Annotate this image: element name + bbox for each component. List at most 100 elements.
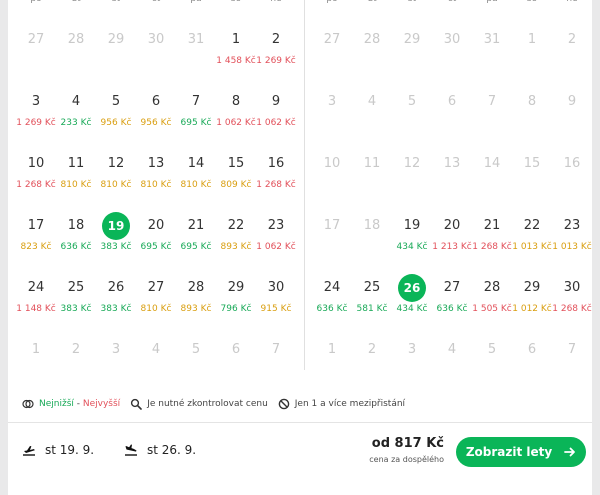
calendar-day: 7 [552,336,592,398]
calendar-day[interactable]: 29 796 Kč [216,274,256,336]
calendar-day[interactable]: 27 810 Kč [136,274,176,336]
calendar-day[interactable]: 8 1 062 Kč [216,88,256,150]
day-number: 26 [107,280,125,295]
departure-flight: st 19. 9. [22,443,94,457]
calendar-day[interactable]: 26 383 Kč [96,274,136,336]
legend-check-price-label: Je nutné zkontrolovat cenu [147,399,268,409]
calendar-day: 3 [392,336,432,398]
price-total: od 817 Kč [371,436,444,451]
calendar-day[interactable]: 7 695 Kč [176,88,216,150]
calendar-day[interactable]: 6 956 Kč [136,88,176,150]
calendar-day[interactable]: 18 636 Kč [56,212,96,274]
calendar-day[interactable]: 22 1 013 Kč [512,212,552,274]
calendar-day[interactable]: 11 810 Kč [56,150,96,212]
calendar-day[interactable]: 23 1 013 Kč [552,212,592,274]
day-price: 810 Kč [100,180,132,190]
calendar-day: 9 [552,88,592,150]
calendar-day[interactable]: 27 636 Kč [432,274,472,336]
day-number: 17 [323,218,341,233]
calendar-day[interactable]: 28 1 505 Kč [472,274,512,336]
calendar-day[interactable]: 2 1 269 Kč [256,26,296,88]
calendar-day[interactable]: 9 1 062 Kč [256,88,296,150]
day-price: 695 Kč [180,242,212,252]
calendar-day[interactable]: 28 893 Kč [176,274,216,336]
day-number: 27 [323,32,341,47]
calendar-day[interactable]: 21 1 268 Kč [472,212,512,274]
legend-separator: - [73,399,83,409]
calendar-day: 28 [352,26,392,88]
calendar-day[interactable]: 16 1 268 Kč [256,150,296,212]
calendar-day[interactable]: 17 823 Kč [16,212,56,274]
show-flights-button[interactable]: Zobrazit lety [456,437,586,467]
day-number: 3 [407,342,417,357]
calendar-day[interactable]: 23 1 062 Kč [256,212,296,274]
day-number: 28 [363,32,381,47]
day-number: 3 [327,94,337,109]
price-summary: od 817 Kč cena za dospělého [369,436,444,464]
flight-date-picker: poútstčtpásone272829303111 458 Kč21 269 … [8,0,592,495]
day-number: 11 [363,156,381,171]
day-number: 2 [271,32,281,47]
day-price: 915 Kč [260,304,292,314]
day-number: 14 [483,156,501,171]
day-price: 581 Kč [356,304,388,314]
day-price: 636 Kč [316,304,348,314]
calendar-day[interactable]: 12 810 Kč [96,150,136,212]
calendar-day[interactable]: 19 434 Kč [392,212,432,274]
search-icon [131,398,142,410]
calendar-day[interactable]: 24 636 Kč [312,274,352,336]
calendar-day[interactable]: 29 1 012 Kč [512,274,552,336]
day-number: 21 [187,218,205,233]
calendar-day[interactable]: 20 695 Kč [136,212,176,274]
arrow-right-icon [564,447,576,457]
day-price: 956 Kč [140,118,172,128]
day-number: 8 [527,94,537,109]
calendar-day: 6 [512,336,552,398]
calendar-day[interactable]: 22 893 Kč [216,212,256,274]
day-price: 1 013 Kč [512,242,552,252]
calendar-area: poútstčtpásone272829303111 458 Kč21 269 … [8,0,592,370]
day-number: 5 [407,94,417,109]
day-price: 893 Kč [220,242,252,252]
calendar-day[interactable]: 13 810 Kč [136,150,176,212]
calendar-day: 5 [472,336,512,398]
calendar-day[interactable]: 15 809 Kč [216,150,256,212]
calendar-day[interactable]: 14 810 Kč [176,150,216,212]
calendar-day-selected[interactable]: 19 383 Kč [96,212,136,274]
calendar-day[interactable]: 30 915 Kč [256,274,296,336]
day-number: 29 [523,280,541,295]
calendar-day[interactable]: 10 1 268 Kč [16,150,56,212]
day-number: 1 [527,32,537,47]
day-number: 5 [191,342,201,357]
day-number: 7 [271,342,281,357]
weekday-label: čt [432,0,472,4]
calendar-day: 4 [136,336,176,398]
calendar-day[interactable]: 4 233 Kč [56,88,96,150]
day-price: 810 Kč [140,180,172,190]
calendar-day: 31 [472,26,512,88]
calendar-day: 11 [352,150,392,212]
calendar-day: 13 [432,150,472,212]
day-number: 1 [327,342,337,357]
calendar-day[interactable]: 3 1 269 Kč [16,88,56,150]
calendar-day: 2 [56,336,96,398]
calendar-day: 4 [352,88,392,150]
weekday-header: poútstčtpásone [16,0,298,8]
day-price: 1 062 Kč [256,242,296,252]
day-number: 29 [403,32,421,47]
day-number: 11 [67,156,85,171]
calendar-day[interactable]: 20 1 213 Kč [432,212,472,274]
calendar-day-selected[interactable]: 26 434 Kč [392,274,432,336]
calendar-day[interactable]: 25 581 Kč [352,274,392,336]
calendar-day[interactable]: 24 1 148 Kč [16,274,56,336]
calendar-day[interactable]: 21 695 Kč [176,212,216,274]
day-number: 12 [107,156,125,171]
day-number: 18 [67,218,85,233]
calendar-day[interactable]: 25 383 Kč [56,274,96,336]
calendar-day[interactable]: 5 956 Kč [96,88,136,150]
price-note: cena za dospělého [369,455,444,464]
day-number: 28 [483,280,501,295]
calendar-day: 28 [56,26,96,88]
calendar-day[interactable]: 1 1 458 Kč [216,26,256,88]
calendar-day[interactable]: 30 1 268 Kč [552,274,592,336]
